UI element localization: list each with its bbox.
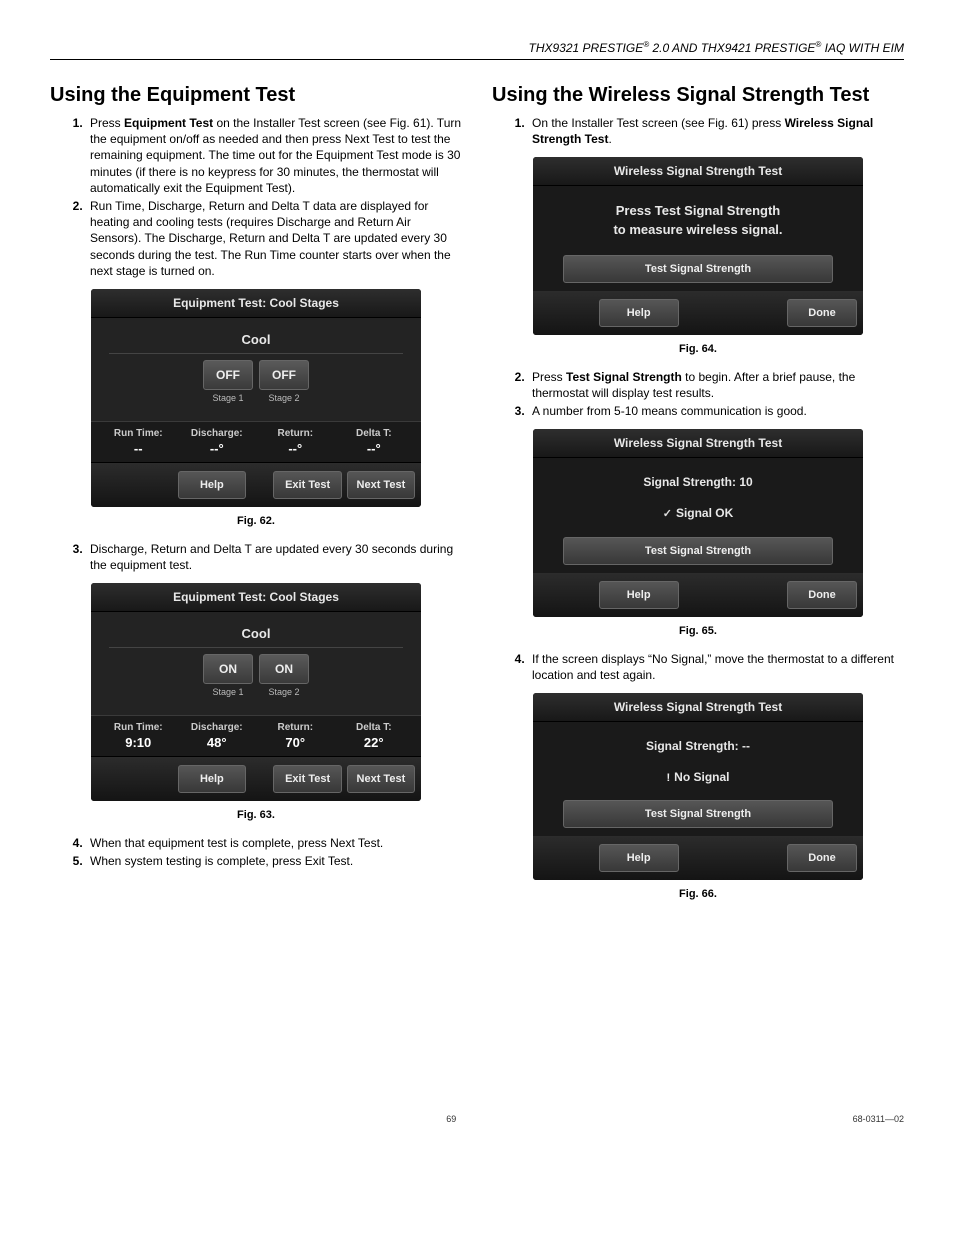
exit-test-button[interactable]: Exit Test: [273, 471, 341, 499]
help-button[interactable]: Help: [599, 844, 679, 872]
device-title: Wireless Signal Strength Test: [533, 429, 863, 458]
deltat-value: 22°: [335, 735, 414, 750]
heading-equipment-test: Using the Equipment Test: [50, 84, 462, 107]
signal-strength-readout: Signal Strength: 10 ✓ Signal OK: [533, 458, 863, 536]
discharge-value: 48°: [178, 735, 257, 750]
device-title: Wireless Signal Strength Test: [533, 157, 863, 186]
runtime-label: Run Time:: [99, 722, 178, 733]
device-subhead: Cool: [109, 328, 403, 354]
list-item: A number from 5-10 means communication i…: [528, 403, 904, 419]
list-item: On the Installer Test screen (see Fig. 6…: [528, 115, 904, 147]
device-screenshot-fig65: Wireless Signal Strength Test Signal Str…: [533, 429, 863, 616]
deltat-label: Delta T:: [335, 722, 414, 733]
list-item: Press Equipment Test on the Installer Te…: [86, 115, 462, 196]
check-icon: ✓: [663, 508, 672, 520]
list-item: Press Test Signal Strength to begin. Aft…: [528, 369, 904, 401]
runtime-label: Run Time:: [99, 428, 178, 439]
left-column: Using the Equipment Test Press Equipment…: [50, 84, 462, 914]
done-button[interactable]: Done: [787, 581, 857, 609]
test-signal-button[interactable]: Test Signal Strength: [563, 800, 833, 828]
help-button[interactable]: Help: [599, 299, 679, 327]
device-screenshot-fig62: Equipment Test: Cool Stages Cool OFF Sta…: [91, 289, 421, 507]
done-button[interactable]: Done: [787, 299, 857, 327]
page-number: 69: [50, 1114, 853, 1124]
discharge-value: --°: [178, 441, 257, 456]
heading-wireless-test: Using the Wireless Signal Strength Test: [492, 84, 904, 107]
deltat-label: Delta T:: [335, 428, 414, 439]
fig-caption: Fig. 65.: [492, 625, 904, 637]
fig-caption: Fig. 62.: [50, 515, 462, 527]
exit-test-button[interactable]: Exit Test: [273, 765, 341, 793]
test-signal-button[interactable]: Test Signal Strength: [563, 255, 833, 283]
stage1-button[interactable]: OFF: [203, 360, 253, 390]
stage1-label: Stage 1: [203, 687, 253, 697]
warning-icon: !: [666, 772, 670, 784]
done-button[interactable]: Done: [787, 844, 857, 872]
stage1-label: Stage 1: [203, 393, 253, 403]
discharge-label: Discharge:: [178, 428, 257, 439]
test-signal-button[interactable]: Test Signal Strength: [563, 537, 833, 565]
msg-line2: to measure wireless signal.: [613, 222, 782, 237]
runtime-value: 9:10: [99, 735, 178, 750]
list-item: When system testing is complete, press E…: [86, 853, 462, 869]
runtime-value: --: [99, 441, 178, 456]
help-button[interactable]: Help: [178, 471, 246, 499]
device-title: Wireless Signal Strength Test: [533, 693, 863, 722]
list-item: Discharge, Return and Delta T are update…: [86, 541, 462, 573]
device-subhead: Cool: [109, 622, 403, 648]
device-title: Equipment Test: Cool Stages: [91, 289, 421, 318]
help-button[interactable]: Help: [178, 765, 246, 793]
device-screenshot-fig63: Equipment Test: Cool Stages Cool ON Stag…: [91, 583, 421, 801]
fig-caption: Fig. 64.: [492, 343, 904, 355]
help-button[interactable]: Help: [599, 581, 679, 609]
deltat-value: --°: [335, 441, 414, 456]
device-screenshot-fig66: Wireless Signal Strength Test Signal Str…: [533, 693, 863, 880]
signal-strength-value: Signal Strength: 10: [533, 468, 863, 505]
signal-strength-value: Signal Strength: --: [533, 732, 863, 769]
return-value: 70°: [256, 735, 335, 750]
stage2-button[interactable]: ON: [259, 654, 309, 684]
signal-status: No Signal: [674, 770, 729, 784]
next-test-button[interactable]: Next Test: [347, 471, 415, 499]
fig-caption: Fig. 66.: [492, 888, 904, 900]
list-item: Run Time, Discharge, Return and Delta T …: [86, 198, 462, 279]
device-screenshot-fig64: Wireless Signal Strength Test Press Test…: [533, 157, 863, 334]
fig-caption: Fig. 63.: [50, 809, 462, 821]
list-item: If the screen displays “No Signal,” move…: [528, 651, 904, 683]
next-test-button[interactable]: Next Test: [347, 765, 415, 793]
msg-line1: Press Test Signal Strength: [616, 203, 780, 218]
stage2-label: Stage 2: [259, 687, 309, 697]
return-value: --°: [256, 441, 335, 456]
return-label: Return:: [256, 722, 335, 733]
page-footer: 69 68-0311—02: [50, 1114, 904, 1124]
doc-number: 68-0311—02: [853, 1114, 904, 1124]
stage2-button[interactable]: OFF: [259, 360, 309, 390]
discharge-label: Discharge:: [178, 722, 257, 733]
signal-status: Signal OK: [676, 506, 733, 520]
page-header: THX9321 PRESTIGE® 2.0 AND THX9421 PRESTI…: [50, 40, 904, 60]
stage1-button[interactable]: ON: [203, 654, 253, 684]
signal-strength-readout: Signal Strength: -- ! No Signal: [533, 722, 863, 800]
right-column: Using the Wireless Signal Strength Test …: [492, 84, 904, 914]
return-label: Return:: [256, 428, 335, 439]
device-title: Equipment Test: Cool Stages: [91, 583, 421, 612]
device-message: Press Test Signal Strength to measure wi…: [533, 186, 863, 254]
list-item: When that equipment test is complete, pr…: [86, 835, 462, 851]
stage2-label: Stage 2: [259, 393, 309, 403]
